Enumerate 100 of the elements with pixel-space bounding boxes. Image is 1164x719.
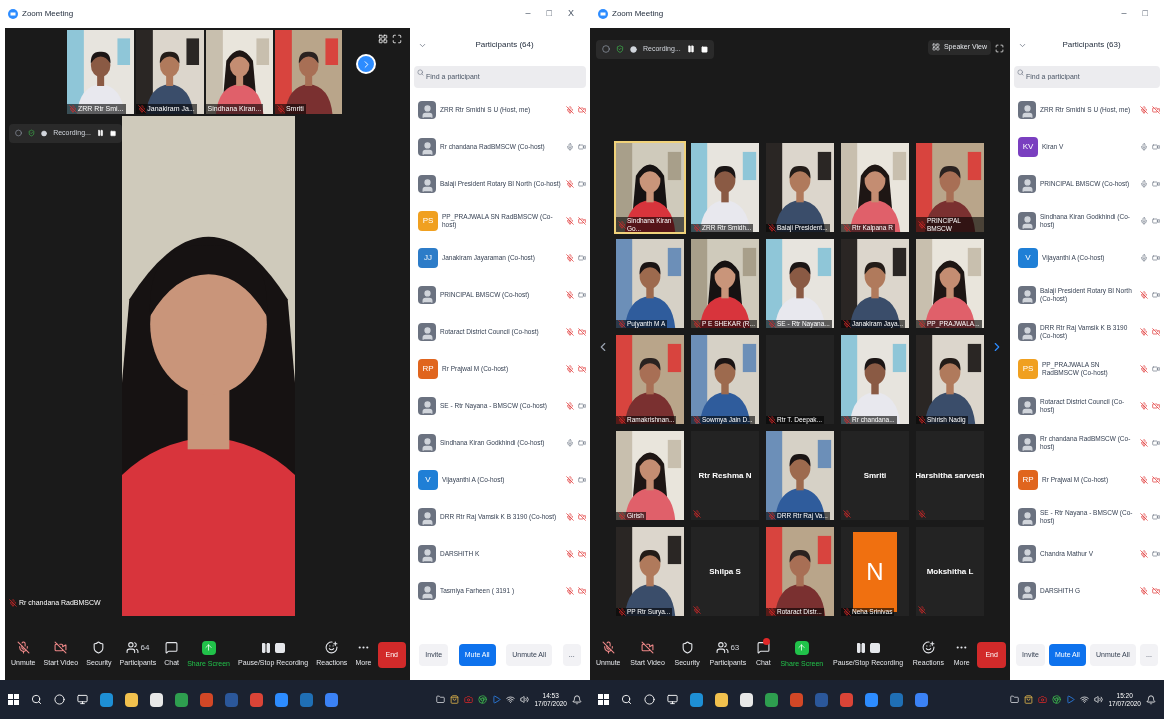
video-off-icon — [578, 106, 586, 114]
video-off-icon — [578, 513, 586, 521]
avatar-icon — [418, 101, 436, 119]
muted-mic-icon — [566, 328, 574, 336]
video-icon — [578, 291, 586, 299]
window-control[interactable]: – — [1121, 7, 1127, 21]
avatar-icon — [1018, 582, 1036, 600]
muted-mic-icon — [918, 220, 926, 229]
muted-mic-icon — [693, 416, 701, 424]
mic-icon — [1140, 143, 1148, 151]
search-icon[interactable] — [31, 694, 42, 705]
muted-mic-icon — [843, 224, 851, 232]
muted-mic-icon — [138, 104, 147, 113]
volume-icon[interactable] — [1094, 695, 1104, 704]
tray-icon[interactable] — [450, 695, 460, 704]
avatar-icon — [1018, 545, 1036, 563]
wifi-icon[interactable] — [1080, 695, 1090, 704]
avatar-icon — [1018, 175, 1036, 193]
video-off-icon — [641, 641, 654, 655]
video-off-icon — [54, 641, 68, 655]
stop-icon[interactable] — [109, 129, 116, 137]
info-icon[interactable] — [602, 45, 610, 54]
people-icon — [126, 641, 140, 655]
muted-mic-icon — [1140, 402, 1148, 410]
muted-mic-icon — [1140, 291, 1148, 299]
avatar-icon — [1018, 101, 1036, 119]
shield-icon — [92, 641, 106, 655]
circle-icon[interactable] — [54, 694, 65, 705]
pause-icon[interactable] — [686, 45, 695, 54]
circle-icon[interactable] — [644, 694, 655, 705]
tray-icon[interactable] — [478, 695, 488, 704]
chat-icon — [165, 641, 179, 655]
video-tile[interactable]: Rtr Reshma N — [689, 429, 761, 522]
window-control[interactable]: □ — [546, 7, 552, 21]
video-tile[interactable]: Harshitha sarvesh — [914, 429, 986, 522]
video-tile[interactable]: Smriti — [839, 429, 911, 522]
mic-icon — [1140, 217, 1148, 225]
muted-mic-icon — [1140, 476, 1148, 484]
notifications-icon[interactable] — [572, 694, 582, 705]
next-page-button[interactable] — [356, 54, 376, 74]
people-icon — [716, 641, 730, 655]
muted-mic-icon — [618, 220, 626, 229]
panel-title: Participants (64) — [474, 39, 535, 51]
avatar-icon — [1018, 286, 1036, 304]
search-icon — [1017, 69, 1024, 76]
video-tile[interactable]: Mokshitha L — [914, 525, 986, 618]
notifications-icon[interactable] — [1146, 694, 1156, 705]
muted-mic-icon — [693, 320, 701, 328]
video-off-icon — [578, 365, 586, 373]
task-view-icon[interactable] — [77, 694, 88, 705]
muted-mic-icon — [601, 641, 615, 655]
task-view-icon[interactable] — [667, 694, 678, 705]
shield-icon[interactable] — [616, 45, 624, 54]
participant-count: 63 — [730, 641, 740, 654]
windows-icon[interactable] — [598, 694, 609, 705]
window-control[interactable]: X — [568, 7, 574, 21]
window-control[interactable]: – — [525, 7, 531, 21]
stop-icon[interactable] — [700, 45, 708, 53]
app-icon[interactable] — [740, 692, 753, 707]
tray-icon[interactable] — [1024, 695, 1034, 704]
muted-mic-icon — [618, 320, 626, 328]
muted-mic-icon — [768, 224, 776, 232]
avatar: PS — [418, 211, 438, 231]
video-tile[interactable]: Shilpa S — [689, 525, 761, 618]
gallery-view-icon[interactable] — [378, 34, 388, 44]
app-icon[interactable] — [125, 692, 138, 707]
video-icon — [1152, 550, 1160, 558]
window-control[interactable]: □ — [1142, 7, 1148, 21]
search-icon[interactable] — [621, 694, 632, 705]
shield-icon[interactable] — [28, 129, 35, 138]
muted-mic-icon — [1140, 513, 1148, 521]
muted-mic-icon — [768, 512, 776, 520]
participant-name: Harshitha sarvesh — [916, 469, 984, 482]
tray-icon[interactable] — [1052, 695, 1062, 704]
muted-mic-icon — [1140, 587, 1148, 595]
app-icon[interactable] — [715, 692, 728, 707]
avatar-icon — [1018, 323, 1036, 341]
fullscreen-icon[interactable] — [995, 44, 1004, 53]
video-off-icon — [1152, 476, 1160, 484]
avatar-icon — [418, 397, 436, 415]
muted-mic-icon — [918, 606, 926, 614]
wifi-icon[interactable] — [506, 695, 516, 704]
share-screen-icon — [794, 640, 809, 655]
fullscreen-icon[interactable] — [392, 34, 402, 44]
muted-mic-icon — [768, 608, 776, 616]
muted-mic-icon — [843, 416, 851, 424]
volume-icon[interactable] — [520, 695, 530, 704]
shield-icon — [680, 641, 694, 655]
muted-mic-icon — [566, 402, 574, 410]
windows-icon[interactable] — [8, 694, 19, 705]
info-icon[interactable] — [15, 129, 22, 138]
muted-mic-icon — [16, 641, 30, 655]
avatar: V — [418, 470, 438, 490]
muted-mic-icon — [768, 416, 776, 424]
app-icon[interactable] — [150, 692, 163, 707]
search-icon — [417, 69, 424, 76]
recording-dot-icon — [630, 45, 637, 53]
pause-icon[interactable] — [96, 129, 104, 138]
muted-mic-icon — [566, 513, 574, 521]
muted-mic-icon — [1140, 550, 1148, 558]
